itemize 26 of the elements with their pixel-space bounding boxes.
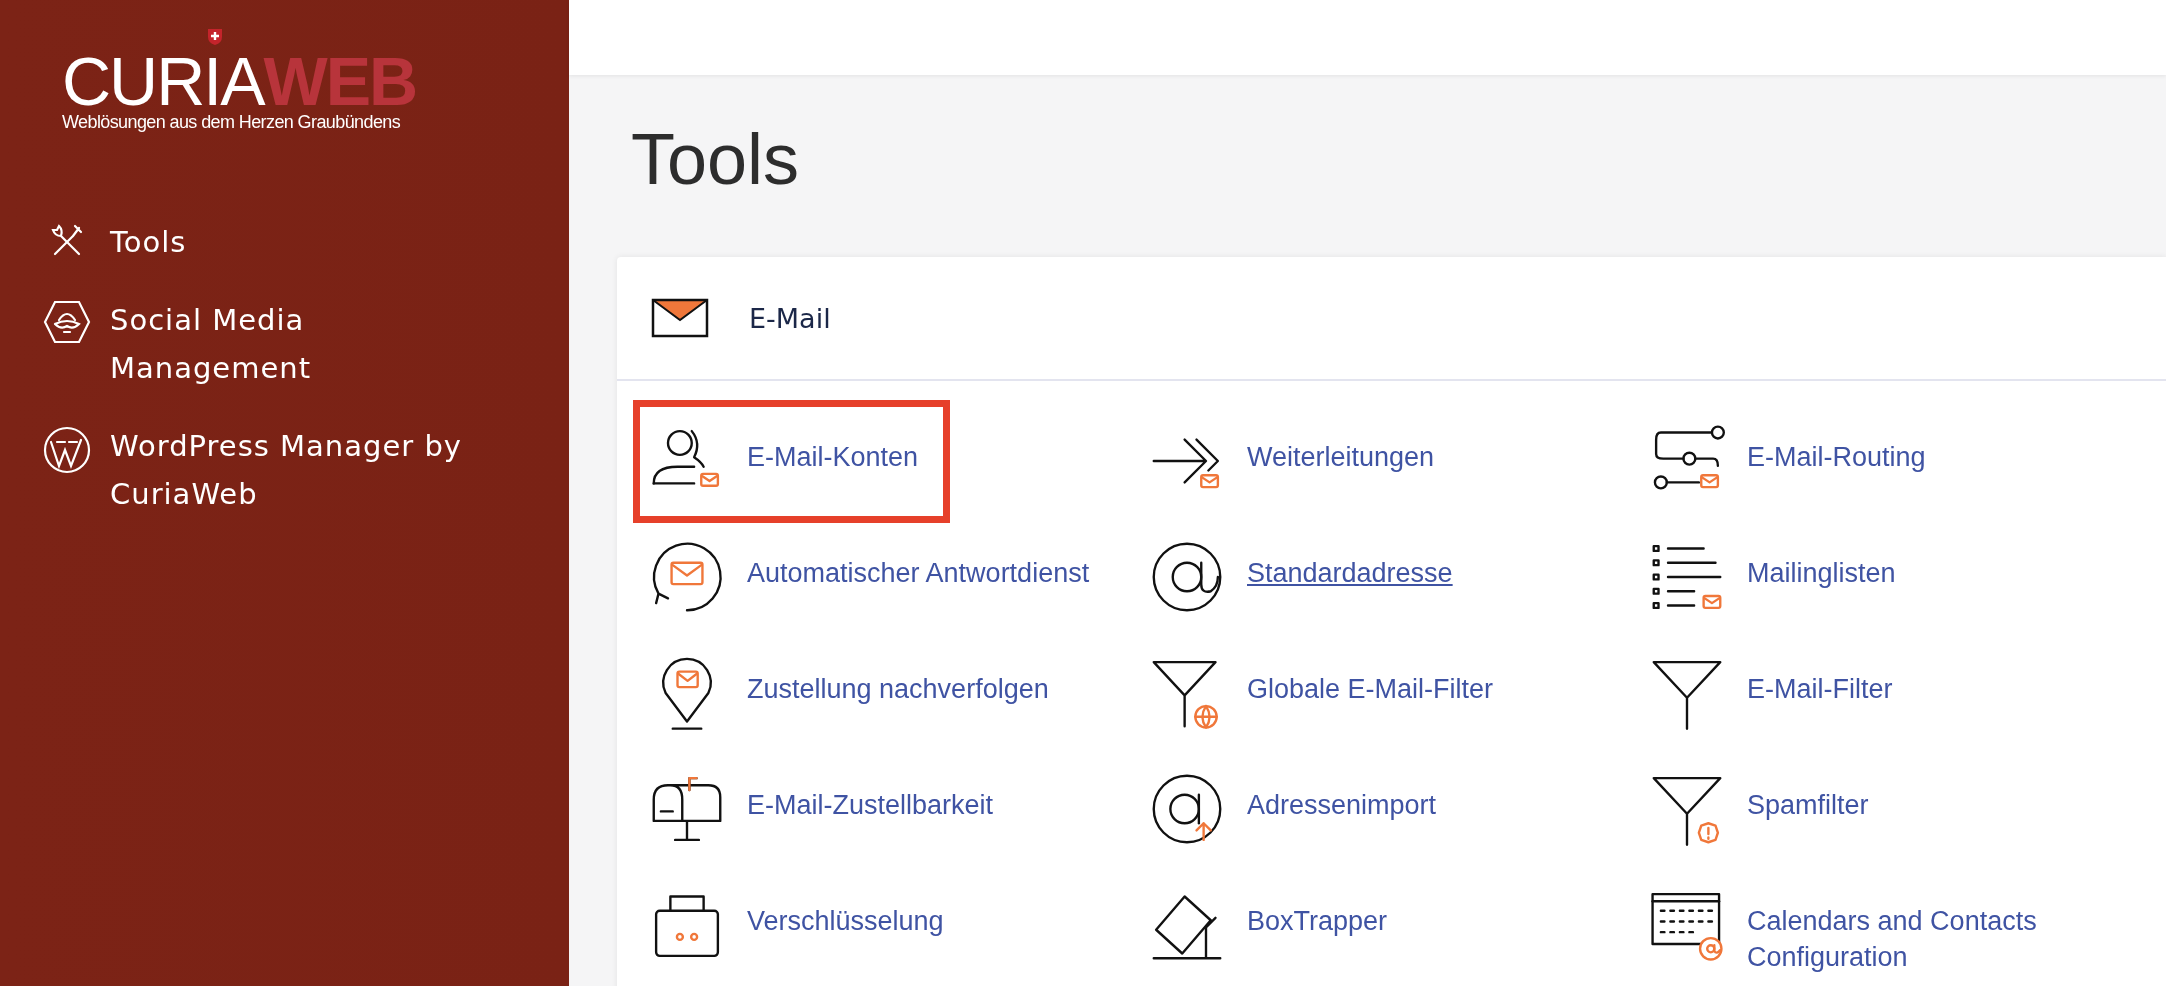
tool-link[interactable]: Verschlüsselung bbox=[747, 903, 944, 939]
logo-tagline: Weblösungen aus dem Herzen Graubündens bbox=[62, 112, 401, 133]
tool-link[interactable]: Mailinglisten bbox=[1747, 555, 1896, 591]
tool-link[interactable]: Zustellung nachverfolgen bbox=[747, 671, 1049, 707]
nav-link[interactable]: Tools bbox=[42, 218, 187, 266]
tool-link[interactable]: Standardadresse bbox=[1247, 555, 1453, 591]
logo-wordmark: CURIAWEB bbox=[62, 52, 417, 110]
tool-link[interactable]: Spamfilter bbox=[1747, 787, 1869, 823]
tool-link[interactable]: Calendars and Contacts Configuration bbox=[1747, 903, 2119, 975]
hexagon-icon bbox=[43, 300, 91, 344]
nav-link[interactable]: Social Media Management bbox=[42, 296, 312, 392]
tool-link[interactable]: Weiterleitungen bbox=[1247, 439, 1435, 475]
tool-link[interactable]: E-Mail-Filter bbox=[1747, 671, 1893, 707]
tool-link[interactable]: BoxTrapper bbox=[1247, 903, 1388, 939]
tool-link[interactable]: E-Mail-Konten bbox=[747, 439, 919, 475]
page-title: Tools bbox=[631, 119, 800, 199]
tool-link[interactable]: Automatischer Antwortdienst bbox=[747, 555, 1090, 591]
tool-link[interactable]: Globale E-Mail-Filter bbox=[1247, 671, 1494, 707]
section-title: E-Mail bbox=[749, 302, 831, 334]
tool-link[interactable]: E-Mail-Routing bbox=[1747, 439, 1926, 475]
nav-link[interactable]: WordPress Manager by CuriaWeb bbox=[42, 422, 462, 518]
tool-link[interactable]: Adressenimport bbox=[1247, 787, 1437, 823]
envelope-icon bbox=[651, 298, 709, 338]
tools-icon bbox=[49, 222, 85, 258]
shield-icon bbox=[207, 28, 223, 46]
tool-link[interactable]: E-Mail-Zustellbarkeit bbox=[747, 787, 994, 823]
